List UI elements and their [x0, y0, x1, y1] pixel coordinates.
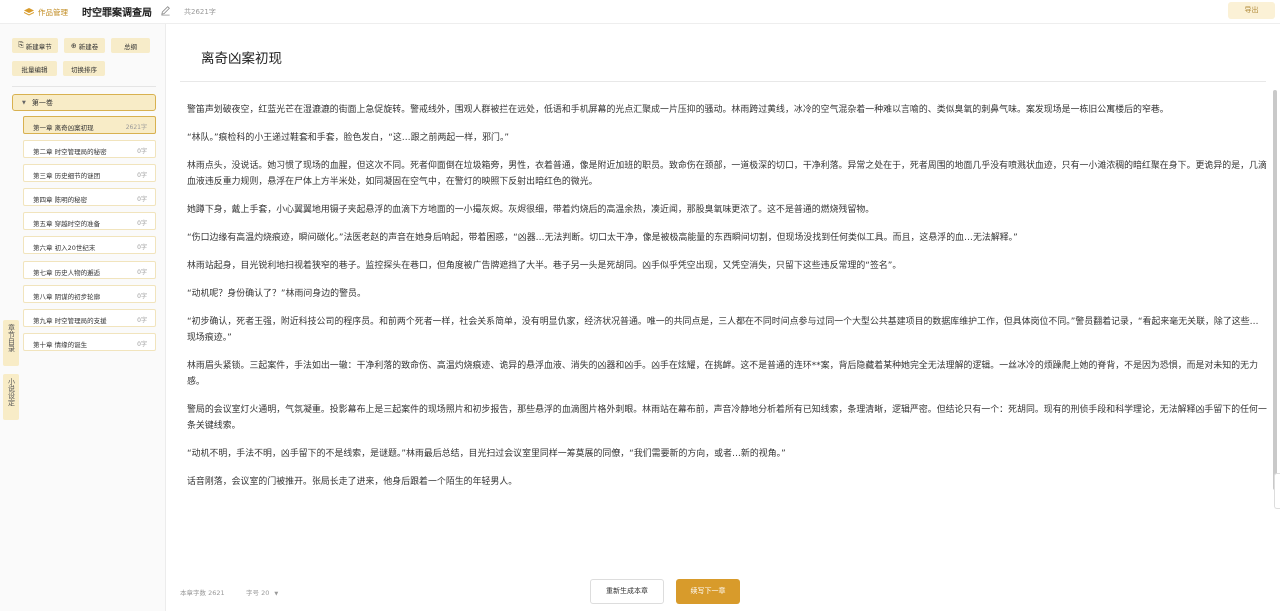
chapter-word-count: 0字 [137, 220, 147, 228]
chapter-item[interactable]: 第五章 穿越时空的准备 0字 [23, 212, 156, 231]
chapter-word-count: 0字 [137, 244, 147, 252]
toolbar-row-2: 批量编辑 切换排序 [12, 61, 105, 76]
tab-chapter-catalog[interactable]: 章节目录 [3, 320, 19, 366]
chapter-title: 第六章 初入20世纪末 [33, 244, 96, 253]
paragraph: “动机不明，手法不明，凶手留下的不是线索，是谜题。”林雨最后总结，目光扫过会议室… [187, 449, 786, 459]
paragraph: 话音刚落，会议室的门被推开。张局长走了进来，他身后跟着一个陌生的年轻男人。 [187, 477, 518, 487]
right-panel-handle[interactable] [1274, 473, 1280, 509]
tab-novel-settings[interactable]: 小说设定 [3, 374, 19, 420]
chapter-title: 第五章 穿越时空的准备 [33, 220, 101, 229]
chapter-title: 第二章 时空管理局的秘密 [33, 148, 107, 157]
continue-next-chapter-button[interactable]: 续写下一章 [676, 579, 740, 604]
new-file-icon: ⎘ [18, 41, 24, 49]
volume-label: 第一卷 [31, 98, 53, 107]
font-size-value: 字号 20 [246, 589, 270, 597]
brand-label: 作品管理 [38, 7, 68, 17]
chapter-title: 第八章 阴谋的初步轮廓 [33, 292, 101, 301]
content-scrollbar[interactable] [1273, 90, 1277, 490]
chapter-title: 第七章 历史人物的邂逅 [33, 268, 101, 277]
book-title: 时空罪案调查局 [82, 8, 152, 19]
chapter-item[interactable]: 第十章 情缘的诞生 0字 [23, 332, 156, 351]
chapter-word-count: 0字 [137, 316, 147, 324]
paragraph: “林队。”痕检科的小王递过鞋套和手套，脸色发白，“这…跟之前两起一样，邪门。” [187, 133, 510, 143]
editor-area: 离奇凶案初现 警笛声划破夜空，红蓝光芒在湿漉漉的街面上急促旋转。警戒线外，围观人… [180, 24, 1267, 611]
chapter-word-count: 0字 [137, 196, 147, 204]
sidebar-divider [12, 86, 156, 87]
chapter-item[interactable]: 第九章 时空管理局的支援 0字 [23, 308, 156, 327]
volume-header[interactable]: ▼ 第一卷 [12, 94, 156, 111]
new-volume-button[interactable]: ⊕ 新建卷 [64, 38, 105, 53]
bottom-bar: 本章字数 2621 字号 20 ▼ 重新生成本章 续写下一章 [166, 575, 1280, 611]
caret-down-icon: ▼ [274, 591, 279, 597]
title-divider [180, 81, 1266, 82]
chapter-item[interactable]: 第一章 离奇凶案初现 2621字 [23, 116, 156, 134]
layers-icon [24, 7, 34, 16]
paragraph: “初步确认，死者王强，附近科技公司的程序员。和前两个死者一样，社会关系简单，没有… [187, 317, 1259, 343]
chapter-item[interactable]: 第六章 初入20世纪末 0字 [23, 236, 156, 255]
paragraph: “动机呢？身份确认了？”林雨问身边的警员。 [187, 289, 366, 299]
switch-sort-button[interactable]: 切换排序 [63, 61, 105, 76]
paragraph: 林雨眉头紧锁。三起案件，手法如出一辙：干净利落的致命伤、高温灼烧痕迹、诡异的悬浮… [187, 361, 1259, 387]
chapter-item[interactable]: 第二章 时空管理局的秘密 0字 [23, 140, 156, 159]
sidebar: ⎘ 新建章节 ⊕ 新建卷 总纲 批量编辑 切换排序 ▼ 第一卷 第一章 离奇凶案… [0, 24, 166, 611]
chapter-word-count-footer: 本章字数 2621 [180, 589, 225, 597]
chapter-title: 第十章 情缘的诞生 [33, 340, 88, 349]
chapter-item[interactable]: 第三章 历史细节的谜团 0字 [23, 164, 156, 183]
paragraph: “伤口边缘有高温灼烧痕迹，瞬间碳化。”法医老赵的声音在她身后响起，带着困惑，“凶… [187, 233, 1018, 243]
tab-novel-settings-label: 小说设定 [7, 378, 16, 406]
chapter-word-count: 0字 [137, 292, 147, 300]
paragraph: 林雨点头，没说话。她习惯了现场的血腥，但这次不同。死者仰面倒在垃圾箱旁，男性，衣… [187, 161, 1267, 187]
toolbar-row-1: ⎘ 新建章节 ⊕ 新建卷 总纲 [12, 38, 150, 53]
chapter-word-count: 0字 [137, 340, 147, 348]
batch-edit-button[interactable]: 批量编辑 [12, 61, 57, 76]
chapter-word-count: 0字 [137, 172, 147, 180]
top-bar: 作品管理 时空罪案调查局 共2621字 导出 [0, 0, 1280, 24]
works-management-link[interactable]: 作品管理 [24, 5, 68, 19]
outline-button[interactable]: 总纲 [111, 38, 150, 53]
font-size-select[interactable]: 字号 20 ▼ [246, 587, 278, 597]
chapter-heading[interactable]: 离奇凶案初现 [201, 47, 282, 67]
chapter-title: 第九章 时空管理局的支援 [33, 316, 107, 325]
chapter-list: 第一章 离奇凶案初现 2621字 第二章 时空管理局的秘密 0字 第三章 历史细… [23, 116, 156, 357]
paragraph: 警局的会议室灯火通明，气氛凝重。投影幕布上是三起案件的现场照片和初步报告，那些悬… [187, 405, 1267, 431]
edit-icon[interactable] [160, 5, 171, 16]
chapter-item[interactable]: 第七章 历史人物的邂逅 0字 [23, 260, 156, 279]
chapter-word-count: 0字 [137, 148, 147, 156]
new-chapter-button[interactable]: ⎘ 新建章节 [12, 38, 58, 53]
paragraph: 林雨站起身，目光锐利地扫视着狭窄的巷子。监控探头在巷口，但角度被广告牌遮挡了大半… [187, 261, 902, 271]
total-word-count: 共2621字 [184, 8, 216, 16]
chapter-word-count: 2621字 [125, 124, 147, 131]
chapter-title: 第一章 离奇凶案初现 [33, 124, 94, 132]
export-button[interactable]: 导出 [1228, 2, 1275, 19]
chapter-item[interactable]: 第八章 阴谋的初步轮廓 0字 [23, 284, 156, 303]
plus-circle-icon: ⊕ [70, 41, 77, 50]
paragraph: 她蹲下身，戴上手套，小心翼翼地用镊子夹起悬浮的血滴下方地面的一小撮灰烬。灰烬很细… [187, 205, 875, 215]
chapter-content[interactable]: 警笛声划破夜空，红蓝光芒在湿漉漉的街面上急促旋转。警戒线外，围观人群被拦在远处，… [187, 102, 1267, 562]
regenerate-chapter-button[interactable]: 重新生成本章 [590, 579, 664, 604]
caret-down-icon: ▼ [22, 99, 26, 106]
chapter-item[interactable]: 第四章 陈明的秘密 0字 [23, 188, 156, 207]
chapter-title: 第三章 历史细节的谜团 [33, 172, 101, 181]
chapter-title: 第四章 陈明的秘密 [33, 196, 88, 205]
new-volume-label: 新建卷 [78, 42, 99, 51]
chapter-word-count: 0字 [137, 268, 147, 276]
new-chapter-label: 新建章节 [25, 42, 52, 51]
paragraph: 警笛声划破夜空，红蓝光芒在湿漉漉的街面上急促旋转。警戒线外，围观人群被拦在远处，… [187, 105, 1169, 115]
tab-chapter-catalog-label: 章节目录 [7, 324, 16, 352]
